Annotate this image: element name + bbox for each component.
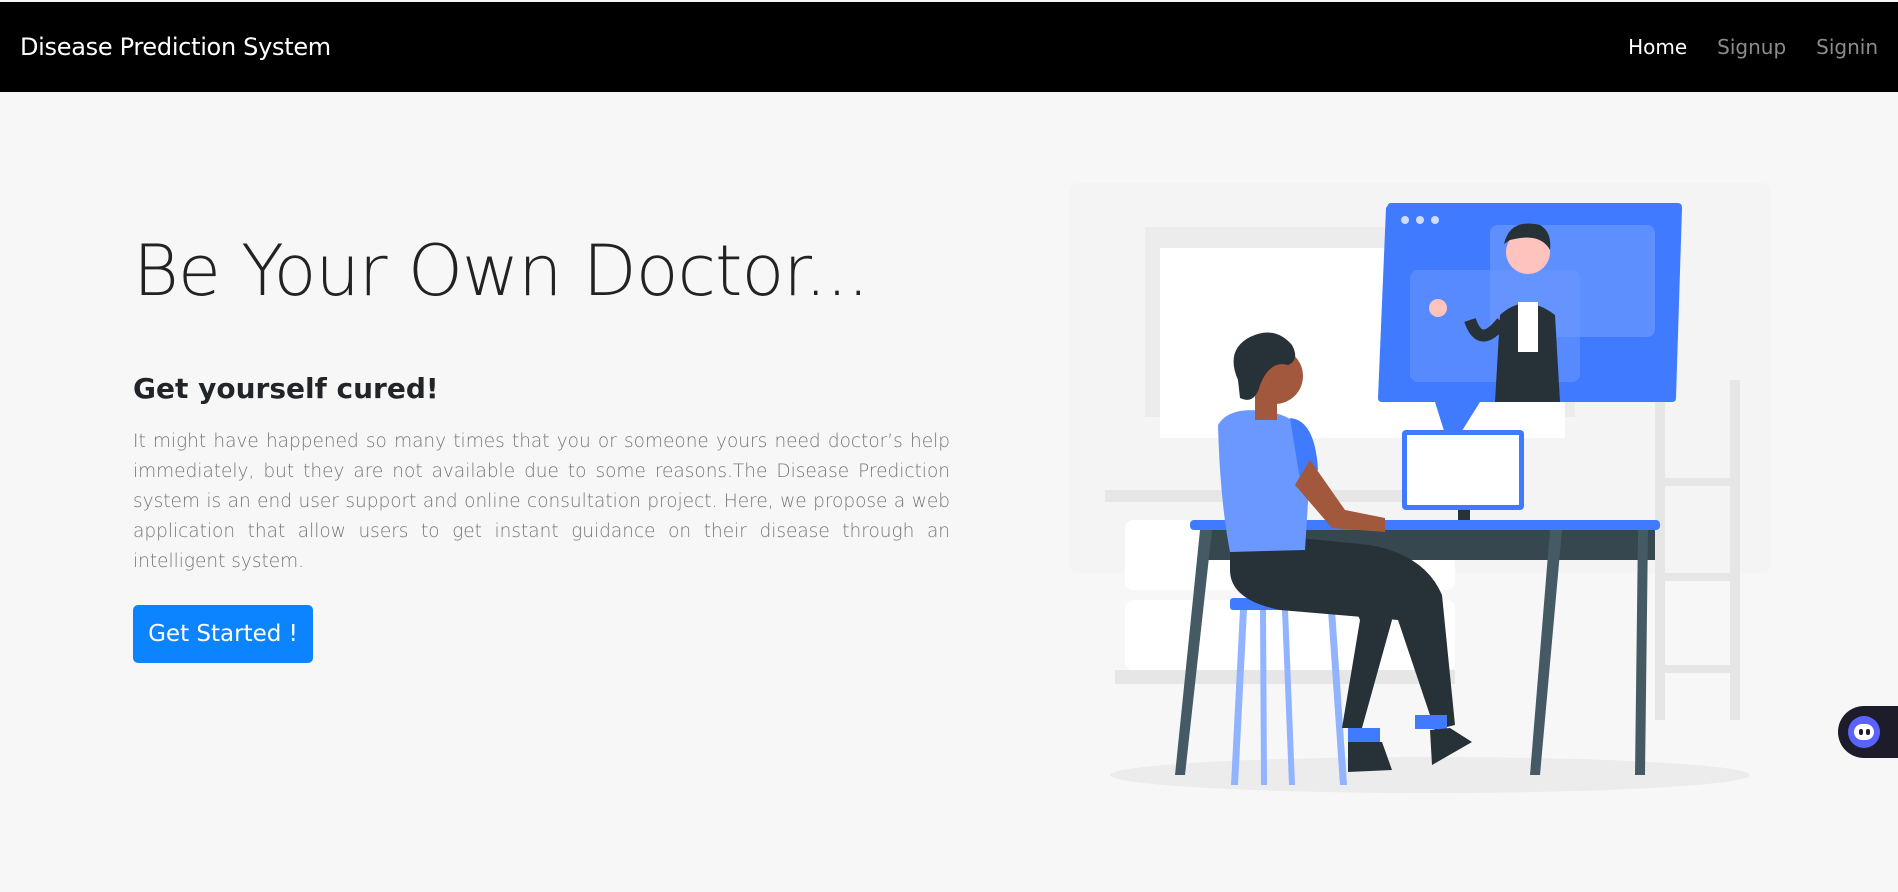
hero-subtitle: Get yourself cured! (133, 372, 439, 405)
nav-link-signin[interactable]: Signin (1816, 35, 1878, 59)
chat-bot-eye-left (1859, 729, 1863, 735)
nav-link-home[interactable]: Home (1628, 35, 1687, 59)
nav-link-signup[interactable]: Signup (1717, 35, 1786, 59)
brand-logo-text[interactable]: Disease Prediction System (20, 33, 331, 61)
hero-title: Be Your Own Doctor... (133, 230, 869, 312)
chat-bot-icon (1848, 716, 1880, 748)
online-doctor-consultation-illustration (1070, 183, 1770, 793)
chat-bot-eye-right (1866, 729, 1870, 735)
nav-links: Home Signup Signin (1628, 35, 1878, 59)
get-started-button[interactable]: Get Started ! (133, 605, 313, 663)
navbar: Disease Prediction System Home Signup Si… (0, 2, 1898, 92)
hero-description: It might have happened so many times tha… (133, 431, 950, 572)
chat-widget-button[interactable] (1838, 706, 1898, 758)
hero-section: Be Your Own Doctor... Get yourself cured… (133, 230, 950, 577)
